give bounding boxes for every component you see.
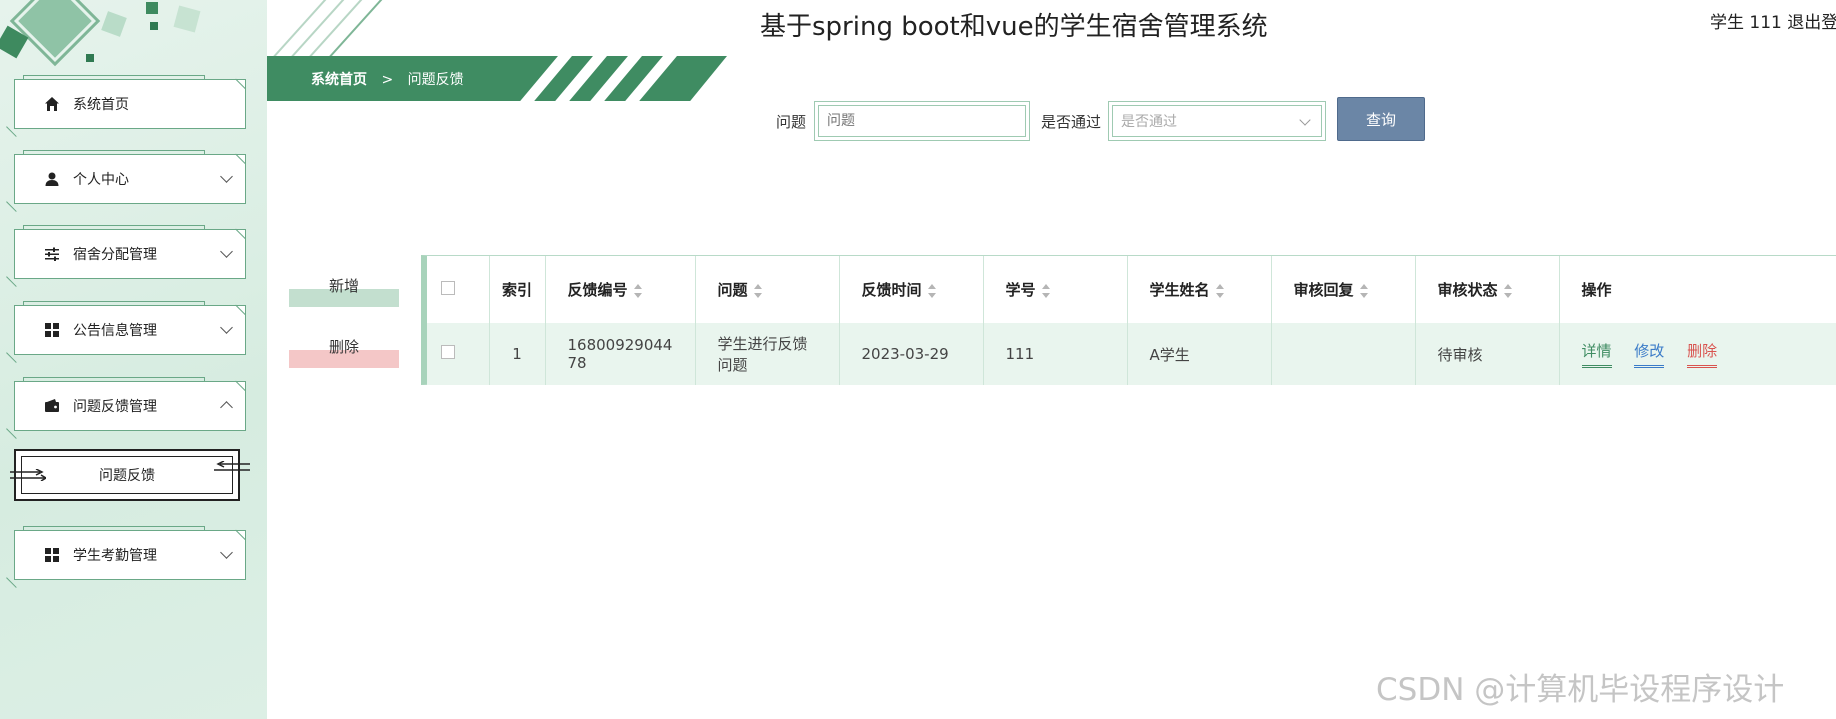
- sidebar-item-personal-center[interactable]: 个人中心: [6, 150, 246, 212]
- sort-icon[interactable]: [753, 283, 763, 298]
- grid-icon: [43, 546, 61, 564]
- row-select-cell: [427, 323, 490, 385]
- breadcrumb-current: 问题反馈: [407, 72, 464, 88]
- header-feedback-no[interactable]: 反馈编号: [545, 256, 696, 323]
- delete-button[interactable]: 删除: [289, 328, 399, 368]
- sidebar-subitem-label: 问题反馈: [99, 468, 155, 484]
- sidebar-item-home[interactable]: 系统首页: [6, 75, 246, 137]
- sort-icon[interactable]: [633, 283, 643, 298]
- breadcrumb: 系统首页 > 问题反馈: [267, 56, 727, 101]
- edit-link[interactable]: 修改: [1634, 340, 1665, 368]
- sidebar-item-label: 系统首页: [73, 97, 129, 113]
- sidebar-item-dorm-allocation[interactable]: 宿舍分配管理: [6, 225, 246, 287]
- chevron-down-icon: [220, 170, 233, 183]
- cell-feedback-no: 1680092904478: [545, 323, 696, 385]
- chevron-down-icon: [220, 321, 233, 334]
- header-question[interactable]: 问题: [695, 256, 840, 323]
- sort-icon[interactable]: [927, 283, 937, 298]
- grid-icon: [43, 321, 61, 339]
- chevron-down-icon: [220, 546, 233, 559]
- row-checkbox[interactable]: [441, 345, 455, 359]
- user-icon: [43, 170, 61, 188]
- cell-student-no: 111: [983, 323, 1128, 385]
- select-all-checkbox[interactable]: [441, 280, 455, 295]
- watermark: CSDN @计算机毕设程序设计: [1376, 672, 1785, 708]
- sidebar-item-label: 公告信息管理: [73, 323, 157, 339]
- sidebar-item-feedback-management[interactable]: 问题反馈管理: [6, 377, 246, 439]
- arrow-left-icon: [214, 461, 250, 471]
- sliders-icon: [43, 245, 61, 263]
- header-feedback-time[interactable]: 反馈时间: [839, 256, 984, 323]
- query-button[interactable]: 查询: [1337, 97, 1425, 141]
- cell-student-name: A学生: [1127, 323, 1272, 385]
- detail-link[interactable]: 详情: [1581, 340, 1612, 368]
- app-title: 基于spring boot和vue的学生宿舍管理系统: [760, 12, 1268, 42]
- sidebar-item-label: 个人中心: [73, 172, 129, 188]
- breadcrumb-separator: >: [381, 72, 394, 88]
- sidebar-subitem-feedback[interactable]: 问题反馈: [10, 449, 250, 501]
- chevron-down-icon: [220, 245, 233, 258]
- table-row: 1 1680092904478 学生进行反馈问题 2023-03-29 111 …: [427, 323, 1836, 385]
- header-index: 索引: [489, 256, 546, 323]
- decor-square: [146, 2, 158, 14]
- sidebar-item-label: 宿舍分配管理: [73, 247, 157, 263]
- header-review-reply[interactable]: 审核回复: [1271, 256, 1416, 323]
- sidebar-item-label: 学生考勤管理: [73, 548, 157, 564]
- cell-operation: 详情 修改 删除: [1559, 323, 1836, 385]
- delete-link[interactable]: 删除: [1687, 340, 1718, 368]
- header-review-status[interactable]: 审核状态: [1415, 256, 1560, 323]
- sort-icon[interactable]: [1041, 283, 1051, 298]
- arrow-right-icon: [10, 469, 46, 481]
- breadcrumb-home[interactable]: 系统首页: [311, 72, 367, 88]
- chevron-down-icon: [1299, 114, 1311, 126]
- sort-icon[interactable]: [1503, 283, 1513, 298]
- passed-label: 是否通过: [1041, 113, 1102, 131]
- chevron-up-icon: [220, 401, 233, 414]
- cell-review-reply: [1271, 323, 1416, 385]
- sidebar: 系统首页 个人中心 宿舍分配管理 公告信息管理 问题反馈管理 问题反馈 学生考勤…: [0, 0, 267, 719]
- select-all-header: [427, 256, 490, 323]
- decor-square: [150, 22, 158, 30]
- header-student-no[interactable]: 学号: [983, 256, 1128, 323]
- question-input[interactable]: [814, 101, 1030, 141]
- sidebar-item-label: 问题反馈管理: [73, 399, 157, 415]
- sort-icon[interactable]: [1215, 283, 1225, 298]
- passed-select-placeholder: 是否通过: [1121, 114, 1177, 130]
- cell-review-status: 待审核: [1415, 323, 1560, 385]
- header-decoration: [267, 0, 387, 56]
- sort-icon[interactable]: [1359, 283, 1369, 298]
- header-operation: 操作: [1559, 256, 1836, 323]
- header-student-name[interactable]: 学生姓名: [1127, 256, 1272, 323]
- add-button[interactable]: 新增: [289, 267, 399, 307]
- sidebar-item-attendance[interactable]: 学生考勤管理: [6, 526, 246, 588]
- table-header-row: 索引 反馈编号 问题 反馈时间 学号 学生姓名 审核回复 审核状态 操作: [427, 256, 1836, 323]
- cell-index: 1: [489, 323, 546, 385]
- decor-square: [173, 5, 201, 33]
- sidebar-item-notice[interactable]: 公告信息管理: [6, 301, 246, 363]
- home-icon: [43, 95, 61, 113]
- decor-square: [101, 11, 127, 37]
- user-info[interactable]: 学生 111 退出登: [1710, 8, 1836, 33]
- feedback-table: 索引 反馈编号 问题 反馈时间 学号 学生姓名 审核回复 审核状态 操作 1 1…: [421, 255, 1836, 385]
- cell-question: 学生进行反馈问题: [695, 323, 840, 385]
- question-label: 问题: [776, 113, 807, 131]
- wallet-icon: [43, 397, 61, 415]
- cell-feedback-time: 2023-03-29: [839, 323, 984, 385]
- passed-select[interactable]: 是否通过: [1108, 101, 1326, 141]
- decor-square: [13, 0, 97, 63]
- decor-square: [86, 54, 94, 62]
